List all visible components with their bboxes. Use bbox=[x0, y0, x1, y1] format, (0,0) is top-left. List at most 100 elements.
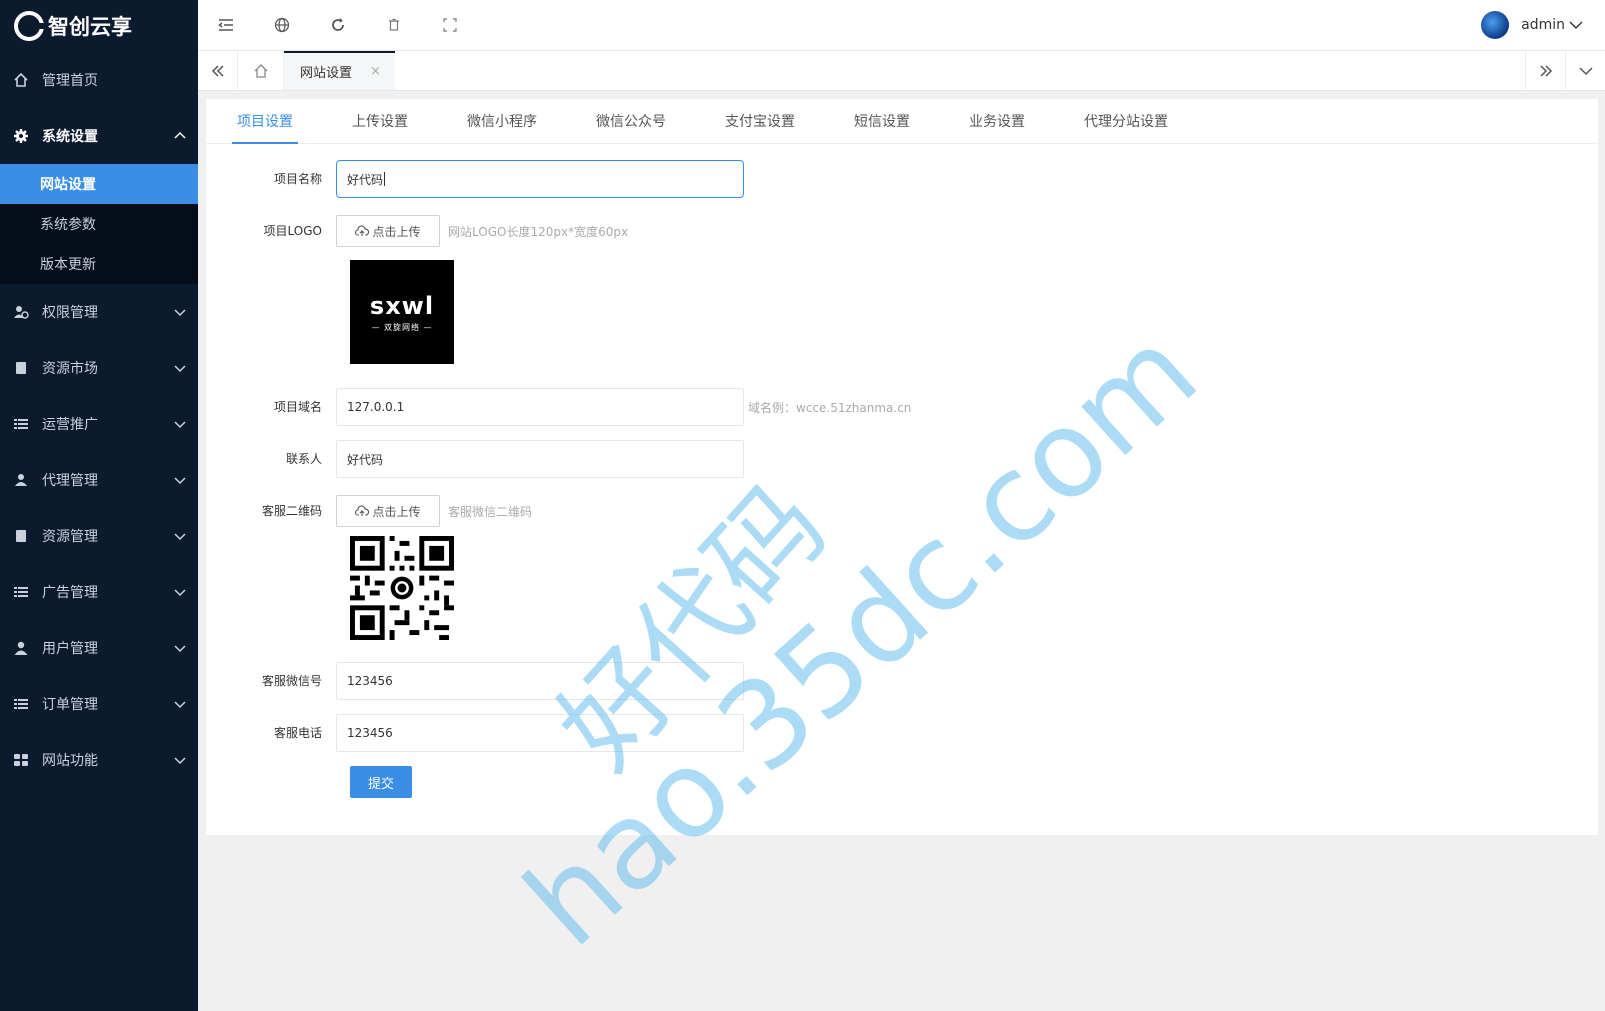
wechat-input[interactable]: 123456 bbox=[336, 662, 744, 700]
sidebar-item-agents[interactable]: 代理管理 bbox=[0, 452, 198, 508]
avatar[interactable] bbox=[1481, 11, 1510, 39]
form-row-project-logo: 项目LOGO 点击上传 网站LOGO长度120px*宽度60px bbox=[206, 212, 1598, 250]
sidebar-item-label: 运营推广 bbox=[42, 417, 98, 433]
tab-label: 网站设置 bbox=[300, 66, 353, 81]
project-name-input[interactable]: 好代码 bbox=[336, 160, 744, 198]
qrcode-upload-button[interactable]: 点击上传 bbox=[336, 495, 440, 527]
book-icon bbox=[12, 527, 30, 545]
tab-project-settings[interactable]: 项目设置 bbox=[232, 99, 298, 144]
submit-button[interactable]: 提交 bbox=[350, 766, 412, 798]
chevron-down-icon bbox=[174, 643, 186, 653]
sidebar-item-resources[interactable]: 资源管理 bbox=[0, 508, 198, 564]
tab-sms-settings[interactable]: 短信设置 bbox=[849, 99, 915, 143]
logo-preview-image: sxwl — 双旋网络 — bbox=[350, 260, 454, 364]
chevron-down-icon bbox=[174, 307, 186, 317]
chevron-down-icon bbox=[174, 587, 186, 597]
user-name[interactable]: admin bbox=[1521, 17, 1565, 33]
sidebar-item-label: 系统设置 bbox=[42, 129, 98, 145]
list-icon bbox=[12, 583, 30, 601]
grid-icon bbox=[12, 751, 30, 769]
input-value: 123456 bbox=[347, 726, 393, 740]
user-menu[interactable]: admin bbox=[1481, 11, 1605, 39]
tab-upload-settings[interactable]: 上传设置 bbox=[347, 99, 413, 143]
sidebar-subitem-website-settings[interactable]: 网站设置 bbox=[0, 164, 198, 204]
input-value: 好代码 bbox=[347, 172, 384, 187]
chevron-down-icon bbox=[174, 755, 186, 765]
upload-label: 点击上传 bbox=[372, 224, 421, 239]
upload-label: 点击上传 bbox=[372, 504, 421, 519]
field-label: 项目名称 bbox=[273, 172, 322, 186]
sidebar-subitem-version-update[interactable]: 版本更新 bbox=[0, 244, 198, 284]
sidebar-item-label: 网站功能 bbox=[42, 753, 98, 769]
tab-agent-substation-settings[interactable]: 代理分站设置 bbox=[1079, 99, 1173, 143]
field-label: 项目域名 bbox=[273, 400, 322, 414]
chevron-up-icon bbox=[174, 131, 186, 141]
sidebar-item-label: 广告管理 bbox=[42, 585, 98, 601]
submenu-system-settings: 网站设置 系统参数 版本更新 bbox=[0, 164, 198, 284]
trash-icon[interactable] bbox=[366, 0, 422, 51]
chevron-down-icon bbox=[174, 363, 186, 373]
input-value: 好代码 bbox=[347, 452, 384, 467]
tab-website-settings[interactable]: 网站设置 × bbox=[284, 51, 395, 90]
logo-text: sxwl bbox=[369, 291, 435, 320]
sidebar-subitem-system-params[interactable]: 系统参数 bbox=[0, 204, 198, 244]
close-icon[interactable]: × bbox=[370, 64, 381, 79]
list-icon bbox=[12, 695, 30, 713]
sidebar-item-orders[interactable]: 订单管理 bbox=[0, 676, 198, 732]
domain-input[interactable]: 127.0.0.1 bbox=[336, 388, 744, 426]
chevron-down-icon bbox=[174, 699, 186, 709]
tab-wechat-official-account[interactable]: 微信公众号 bbox=[591, 99, 671, 143]
logo-icon bbox=[14, 11, 44, 41]
logo-subtext: — 双旋网络 — bbox=[371, 322, 433, 332]
field-label: 客服微信号 bbox=[261, 674, 322, 688]
tabs-scroll-right-icon[interactable] bbox=[1525, 51, 1565, 90]
home-tab-icon[interactable] bbox=[238, 51, 284, 90]
form-row-domain: 项目域名 127.0.0.1 域名例：wcce.51zhanma.cn bbox=[206, 388, 1598, 426]
sidebar-item-label: 管理首页 bbox=[42, 73, 98, 89]
sidebar-item-ads[interactable]: 广告管理 bbox=[0, 564, 198, 620]
tabs-scroll-left-icon[interactable] bbox=[198, 51, 238, 90]
sidebar-item-site-functions[interactable]: 网站功能 bbox=[0, 732, 198, 788]
form-row-project-name: 项目名称 好代码 bbox=[206, 160, 1598, 198]
form-row-wechat: 客服微信号 123456 bbox=[206, 662, 1598, 700]
phone-input[interactable]: 123456 bbox=[336, 714, 744, 752]
top-bar: admin bbox=[198, 0, 1605, 51]
sidebar-item-operations[interactable]: 运营推广 bbox=[0, 396, 198, 452]
fullscreen-icon[interactable] bbox=[422, 0, 478, 51]
chevron-down-icon bbox=[174, 475, 186, 485]
cloud-upload-icon bbox=[355, 505, 370, 517]
globe-icon[interactable] bbox=[254, 0, 310, 51]
tab-wechat-miniprogram[interactable]: 微信小程序 bbox=[462, 99, 542, 143]
page-tabs-bar: 网站设置 × bbox=[198, 51, 1605, 91]
form-row-qrcode: 客服二维码 点击上传 客服微信二维码 bbox=[206, 492, 1598, 530]
form-row-phone: 客服电话 123456 bbox=[206, 714, 1598, 752]
collapse-menu-icon[interactable] bbox=[198, 0, 254, 51]
contact-input[interactable]: 好代码 bbox=[336, 440, 744, 478]
app-name: 智创云享 bbox=[48, 15, 132, 39]
tabs-menu-chevron-down-icon[interactable] bbox=[1565, 51, 1605, 90]
field-label: 客服二维码 bbox=[261, 504, 322, 518]
app-logo[interactable]: 智创云享 bbox=[0, 0, 198, 52]
sidebar-item-label: 资源市场 bbox=[42, 361, 98, 377]
qrcode-hint: 客服微信二维码 bbox=[448, 504, 533, 519]
sidebar-item-label: 订单管理 bbox=[42, 697, 98, 713]
domain-hint: 域名例：wcce.51zhanma.cn bbox=[748, 400, 912, 415]
settings-form: 项目名称 好代码 项目LOGO 点击上传 网站LOGO长度120px*宽度60p… bbox=[206, 144, 1598, 798]
tab-alipay-settings[interactable]: 支付宝设置 bbox=[720, 99, 800, 143]
chevron-down-icon[interactable] bbox=[1569, 20, 1583, 30]
tab-business-settings[interactable]: 业务设置 bbox=[964, 99, 1030, 143]
qrcode-preview-image bbox=[350, 536, 454, 640]
sidebar-item-resource-market[interactable]: 资源市场 bbox=[0, 340, 198, 396]
field-label: 客服电话 bbox=[273, 726, 322, 740]
settings-tabs: 项目设置 上传设置 微信小程序 微信公众号 支付宝设置 短信设置 业务设置 代理… bbox=[206, 99, 1598, 144]
list-icon bbox=[12, 415, 30, 433]
user-icon bbox=[12, 639, 30, 657]
sidebar-item-permissions[interactable]: 权限管理 bbox=[0, 284, 198, 340]
sidebar-item-users[interactable]: 用户管理 bbox=[0, 620, 198, 676]
logo-upload-button[interactable]: 点击上传 bbox=[336, 215, 440, 247]
sidebar-item-system-settings[interactable]: 系统设置 bbox=[0, 108, 198, 164]
refresh-icon[interactable] bbox=[310, 0, 366, 51]
sidebar-item-home[interactable]: 管理首页 bbox=[0, 52, 198, 108]
qrcode-graphic bbox=[350, 536, 454, 640]
sidebar: 智创云享 管理首页 系统设置 网站设置 系统参数 版本更新 权限管理 资源市场 bbox=[0, 0, 198, 1011]
